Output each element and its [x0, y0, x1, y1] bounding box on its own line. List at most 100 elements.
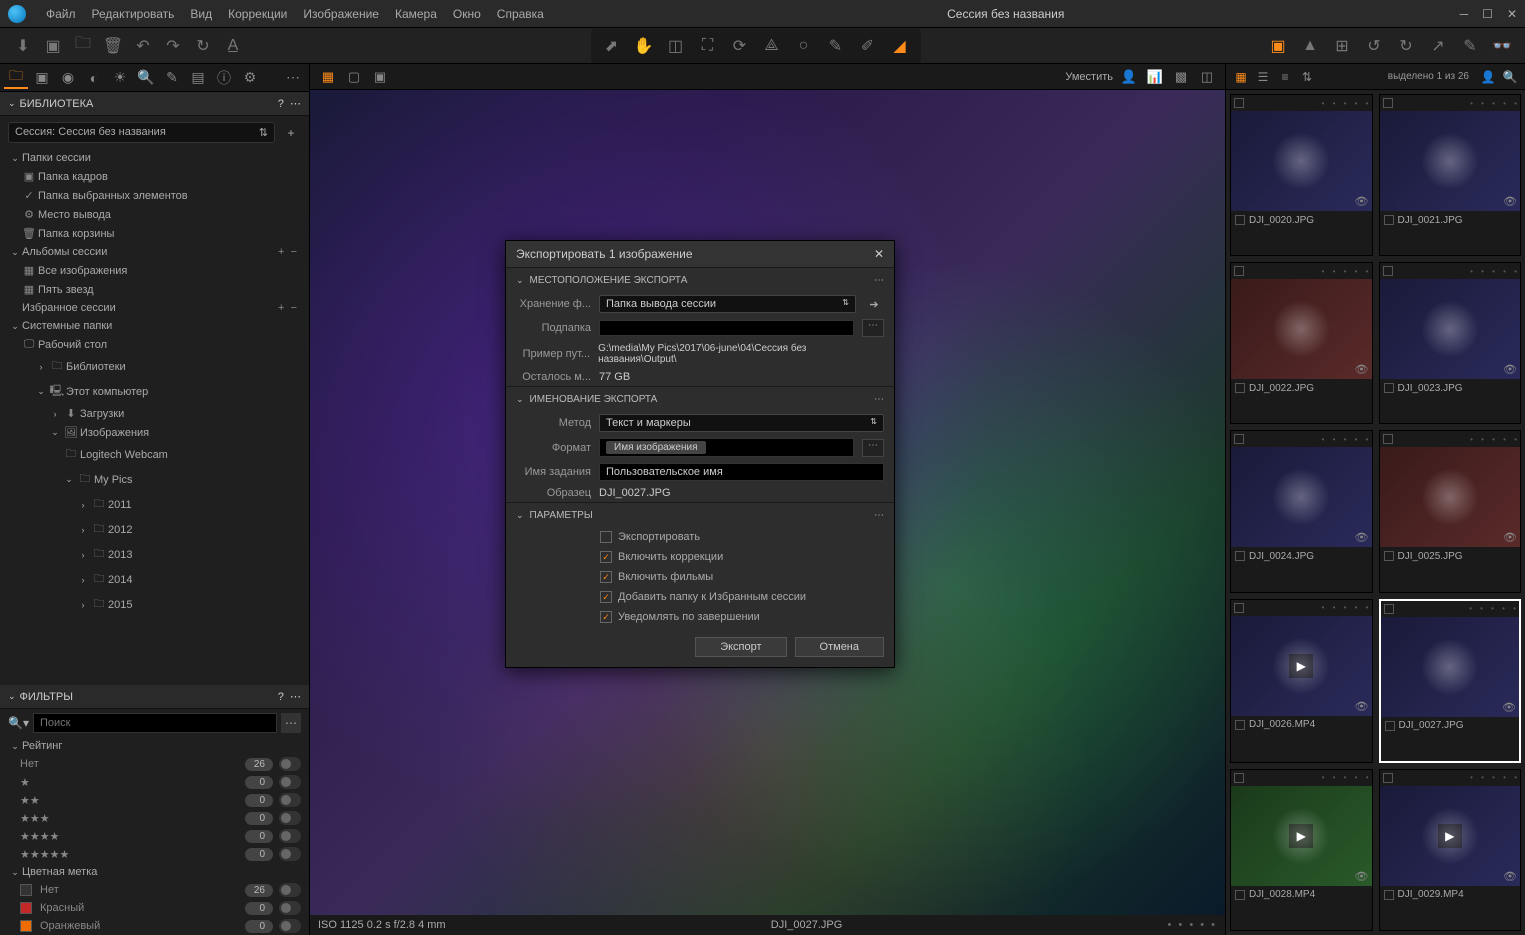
rotate-icon[interactable]: ↻: [190, 33, 216, 59]
year-2015-item[interactable]: ›🗀2015: [0, 592, 309, 617]
metadata-tab-icon[interactable]: ▤: [186, 67, 210, 89]
rotate-tool-icon[interactable]: ⟳: [727, 33, 753, 59]
color-none-row[interactable]: Нет26: [0, 881, 309, 899]
output-tab-icon[interactable]: ⚙: [238, 67, 262, 89]
mypics-item[interactable]: ⌄🗀My Pics: [0, 467, 309, 492]
thumbnail[interactable]: • • • • •👁DJI_0021.JPG: [1379, 94, 1522, 256]
thumbnail[interactable]: • • • • •👁DJI_0023.JPG: [1379, 262, 1522, 424]
menu-camera[interactable]: Камера: [387, 7, 445, 21]
format-options-button[interactable]: ⋯: [862, 439, 884, 457]
single-view-icon[interactable]: ▢: [344, 68, 364, 86]
downloads-item[interactable]: ›⬇Загрузки: [0, 404, 309, 423]
thumb-checkbox-icon[interactable]: [1383, 266, 1393, 276]
thumb-filmstrip-icon[interactable]: ≡: [1276, 68, 1294, 86]
thumb-checkbox-icon[interactable]: [1384, 383, 1394, 393]
search-input[interactable]: [33, 713, 277, 733]
filters-menu-icon[interactable]: ? ⋯: [278, 690, 301, 703]
naming-section-header[interactable]: ⌄ ИМЕНОВАНИЕ ЭКСПОРТА ⋯: [506, 387, 894, 411]
thumb-checkbox-icon[interactable]: [1384, 551, 1394, 561]
thumb-checkbox-icon[interactable]: [1235, 215, 1245, 225]
compare-view-icon[interactable]: ▣: [370, 68, 390, 86]
trash-icon[interactable]: 🗑: [100, 33, 126, 59]
section-menu-icon[interactable]: ⋯: [874, 275, 884, 286]
desktop-item[interactable]: 🖵Рабочий стол: [0, 335, 309, 354]
section-menu-icon[interactable]: ⋯: [874, 394, 884, 405]
thumb-checkbox-icon[interactable]: [1235, 890, 1245, 900]
capture-tab-icon[interactable]: ▣: [30, 67, 54, 89]
rating-2-row[interactable]: ★★0: [0, 791, 309, 809]
expand-icon[interactable]: ↗: [1425, 33, 1451, 59]
add-session-button[interactable]: +: [281, 126, 301, 140]
profile-icon[interactable]: 👤: [1119, 68, 1139, 86]
thumb-checkbox-icon[interactable]: [1384, 215, 1394, 225]
thumb-checkbox-icon[interactable]: [1234, 266, 1244, 276]
search-options-button[interactable]: ⋯: [281, 713, 301, 733]
exposure-tab-icon[interactable]: ☀: [108, 67, 132, 89]
thumb-checkbox-icon[interactable]: [1235, 720, 1245, 730]
sort-icon[interactable]: ⇅: [1298, 68, 1316, 86]
year-2013-item[interactable]: ›🗀2013: [0, 542, 309, 567]
help-icon[interactable]: ? ⋯: [278, 97, 301, 110]
toggle-icon[interactable]: [279, 883, 301, 897]
search-icon[interactable]: 🔍: [1501, 68, 1519, 86]
toggle-icon[interactable]: [279, 919, 301, 933]
menu-window[interactable]: Окно: [445, 7, 489, 21]
more-tab-icon[interactable]: ⋯: [281, 67, 305, 89]
color-orange-row[interactable]: Оранжевый0: [0, 917, 309, 935]
menu-edit[interactable]: Редактировать: [84, 7, 183, 21]
checkbox-icon[interactable]: [600, 551, 612, 563]
images-folder-item[interactable]: ⌄🖼Изображения: [0, 423, 309, 442]
grid-view-icon[interactable]: ▦: [318, 68, 338, 86]
libraries-item[interactable]: ›🗀Библиотеки: [0, 354, 309, 379]
warning-icon[interactable]: ▲: [1297, 33, 1323, 59]
rating-4-row[interactable]: ★★★★0: [0, 827, 309, 845]
thumb-checkbox-icon[interactable]: [1234, 98, 1244, 108]
thispc-item[interactable]: ⌄🖳Этот компьютер: [0, 379, 309, 404]
thumb-checkbox-icon[interactable]: [1383, 434, 1393, 444]
location-section-header[interactable]: ⌄ МЕСТОПОЛОЖЕНИЕ ЭКСПОРТА ⋯: [506, 268, 894, 292]
menu-view[interactable]: Вид: [182, 7, 220, 21]
close-icon[interactable]: ✕: [1507, 7, 1517, 21]
year-2011-item[interactable]: ›🗀2011: [0, 492, 309, 517]
overlay-icon[interactable]: ▩: [1171, 68, 1191, 86]
params-section-header[interactable]: ⌄ ПАРАМЕТРЫ ⋯: [506, 503, 894, 527]
menu-help[interactable]: Справка: [489, 7, 552, 21]
grid-icon[interactable]: ⊞: [1329, 33, 1355, 59]
selects-folder-item[interactable]: ✓Папка выбранных элементов: [0, 186, 309, 205]
year-2012-item[interactable]: ›🗀2012: [0, 517, 309, 542]
thumbnail[interactable]: • • • • •👁DJI_0025.JPG: [1379, 430, 1522, 592]
thumbnail[interactable]: • • • • •👁DJI_0027.JPG: [1379, 599, 1522, 763]
fit-label[interactable]: Уместить: [1065, 71, 1113, 83]
loupe-tool-icon[interactable]: ◫: [663, 33, 689, 59]
thumb-checkbox-icon[interactable]: [1235, 383, 1245, 393]
thumb-checkbox-icon[interactable]: [1234, 773, 1244, 783]
output-folder-item[interactable]: ⚙Место вывода: [0, 205, 309, 224]
reset-cw-icon[interactable]: ↻: [1393, 33, 1419, 59]
checkbox-icon[interactable]: [600, 611, 612, 623]
thumb-grid-icon[interactable]: ▦: [1232, 68, 1250, 86]
color-filter-header[interactable]: ⌄Цветная метка: [0, 863, 309, 881]
subfolder-input[interactable]: [599, 320, 854, 336]
toggle-icon[interactable]: [279, 829, 301, 843]
capture-icon[interactable]: ▣: [40, 33, 66, 59]
reset-ccw-icon[interactable]: ↺: [1361, 33, 1387, 59]
glasses-icon[interactable]: 👓: [1489, 33, 1515, 59]
session-albums-item[interactable]: ⌄Альбомы сессии+ −: [0, 243, 309, 261]
adjustments-tab-icon[interactable]: ✎: [160, 67, 184, 89]
toggle-icon[interactable]: [279, 775, 301, 789]
thumb-checkbox-icon[interactable]: [1235, 551, 1245, 561]
thumbnail[interactable]: • • • • •▶👁DJI_0026.MP4: [1230, 599, 1373, 763]
redo-icon[interactable]: ↷: [160, 33, 186, 59]
section-menu-icon[interactable]: ⋯: [874, 510, 884, 521]
maximize-icon[interactable]: ☐: [1482, 7, 1493, 21]
rating-filter-header[interactable]: ⌄Рейтинг: [0, 737, 309, 755]
system-folders-item[interactable]: ⌄Системные папки: [0, 317, 309, 335]
layout-icon[interactable]: ▣: [1265, 33, 1291, 59]
thumb-checkbox-icon[interactable]: [1383, 773, 1393, 783]
minimize-icon[interactable]: ─: [1460, 7, 1469, 21]
toggle-icon[interactable]: [279, 793, 301, 807]
jobname-input[interactable]: Пользовательское имя: [599, 463, 884, 481]
rating-none-row[interactable]: Нет26: [0, 755, 309, 773]
crop-tool-icon[interactable]: ⛶: [695, 33, 721, 59]
trash-folder-item[interactable]: 🗑Папка корзины: [0, 224, 309, 243]
